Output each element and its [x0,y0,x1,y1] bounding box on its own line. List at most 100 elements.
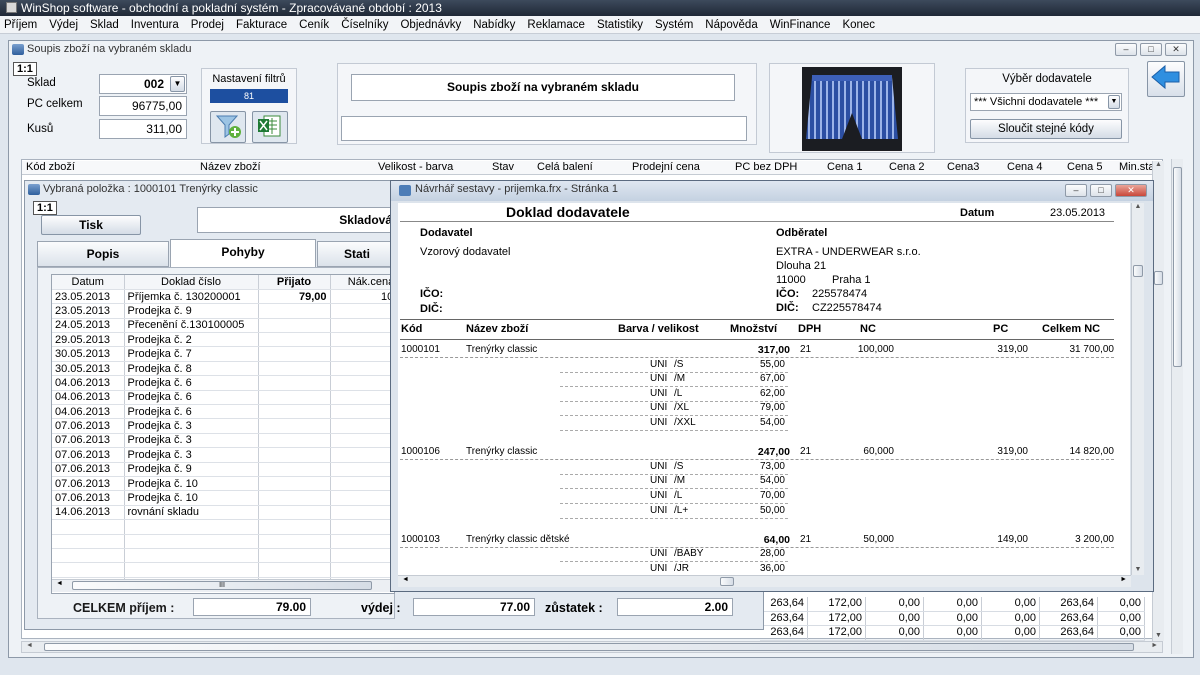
column-header[interactable]: Prodejní cena [632,161,700,173]
table-cell: 263,64 [760,611,808,625]
menu-item[interactable]: Ceník [299,19,329,31]
table-row[interactable]: 07.06.2013 Prodejka č. 3 [52,433,394,449]
app-title: WinShop software - obchodní a pokladní s… [21,1,442,15]
menu-item[interactable]: Inventura [131,19,179,31]
minimize-button[interactable]: – [1065,184,1087,197]
column-header[interactable]: Nák.cena [330,275,394,290]
excel-export-icon[interactable] [252,111,288,143]
column-header[interactable]: Název zboží [200,161,261,173]
table-row[interactable]: 263,64 172,00 0,00 0,00 0,00 263,64 0,00 [760,611,1145,626]
menu-item[interactable]: Nabídky [473,19,515,31]
table-row[interactable] [52,562,394,578]
size-quantity: 54,00 [759,417,785,428]
menu-item[interactable]: Fakturace [236,19,287,31]
table-cell [258,433,331,449]
column-header[interactable]: Cena 5 [1067,161,1102,173]
column-header[interactable]: Celá balení [537,161,593,173]
menu-item[interactable]: Objednávky [400,19,461,31]
table-cell [330,433,394,449]
table-row[interactable] [52,548,394,564]
maximize-button[interactable]: □ [1140,43,1162,56]
table-row[interactable]: 14.06.2013 rovnání skladu [52,505,394,521]
menu-item[interactable]: Nápověda [705,19,757,31]
menu-item[interactable]: Reklamace [527,19,585,31]
out-label: výdej : [361,601,401,615]
menu-item[interactable]: Sklad [90,19,119,31]
table-row[interactable]: 263,64 172,00 0,00 0,00 0,00 263,64 0,00 [760,626,1145,641]
table-cell: Prodejka č. 3 [124,447,259,463]
menu-item[interactable]: Konec [842,19,875,31]
column-header[interactable]: Velikost - barva [378,161,453,173]
table-row[interactable]: 07.06.2013 Prodejka č. 3 [52,418,394,434]
column-header[interactable]: PC bez DPH [735,161,797,173]
table-row[interactable]: 07.06.2013 Prodejka č. 9 [52,462,394,477]
back-arrow-icon[interactable] [1147,61,1185,97]
merge-codes-button[interactable]: Sloučit stejné kódy [970,119,1122,139]
menu-item[interactable]: Statistiky [597,19,643,31]
table-row[interactable]: 04.06.2013 Prodejka č. 6 [52,404,394,420]
table-row[interactable]: 29.05.2013 Prodejka č. 2 [52,332,394,348]
tab-popis[interactable]: Popis [37,241,169,267]
report-designer-window: Návrhář sestavy - prijemka.frx - Stránka… [390,180,1154,592]
table-row[interactable]: 23.05.2013 Prodejka č. 9 [52,303,394,319]
table-row[interactable]: 04.06.2013 Prodejka č. 6 [52,390,394,406]
menu-item[interactable]: Číselníky [341,19,388,31]
table-cell: 263,64 [1040,626,1098,640]
column-header[interactable]: Kód zboží [26,161,75,173]
main-horizontal-scrollbar[interactable]: ◄ ► [21,641,1163,653]
close-button[interactable]: ✕ [1165,43,1187,56]
movements-hscrollbar[interactable]: ◄ III [52,579,394,592]
stock-grid-header: Kód zboží Název zboží Velikost - barva Stav… [22,161,1162,175]
maximize-button[interactable]: □ [1090,184,1112,197]
table-row[interactable]: 04.06.2013 Prodejka č. 6 [52,375,394,391]
table-row[interactable]: 24.05.2013 Přecenění č.130100005 [52,318,394,334]
table-row[interactable]: 23.05.2013Příjemka č. 13020000179,00100,… [52,289,394,305]
column-header[interactable]: Přijato [258,275,331,290]
menu-item[interactable]: WinFinance [770,19,831,31]
table-header: Datum Doklad číslo Přijato Nák.cena [52,275,394,290]
close-button[interactable]: ✕ [1115,184,1147,197]
search-input[interactable] [341,116,747,141]
table-cell [330,318,394,334]
table-cell [258,447,331,463]
column-header[interactable]: Cena3 [947,161,979,173]
table-cell: 07.06.2013 [52,418,125,434]
table-row[interactable] [52,534,394,549]
column-header[interactable]: Cena 4 [1007,161,1042,173]
menu-item[interactable]: Výdej [49,19,78,31]
table-row[interactable] [52,519,394,535]
table-row[interactable]: 07.06.2013 Prodejka č. 10 [52,490,394,506]
chevron-down-icon[interactable]: ▼ [170,76,185,92]
minimize-button[interactable]: – [1115,43,1137,56]
table-row[interactable]: 263,64 172,00 0,00 0,00 0,00 263,64 0,00 [760,597,1145,612]
table-cell [258,346,331,362]
table-row[interactable]: 30.05.2013 Prodejka č. 8 [52,361,394,377]
table-cell [330,332,394,348]
chevron-down-icon[interactable]: ▼ [1108,95,1120,109]
tab-stati[interactable]: Stati [317,241,397,267]
table-row[interactable]: 07.06.2013 Prodejka č. 10 [52,476,394,492]
table-row[interactable]: 07.06.2013 Prodejka č. 3 [52,447,394,463]
filter-funnel-icon[interactable] [210,111,246,143]
report-header: Kód Název zboží Barva / velikost Množství DP… [398,323,1112,337]
column-header[interactable]: Stav [492,161,514,173]
print-button[interactable]: Tisk [41,215,141,235]
tab-pohyby[interactable]: Pohyby [170,239,316,267]
menu-item[interactable]: Systém [655,19,693,31]
column-header[interactable]: Doklad číslo [124,275,259,290]
item-total: 14 820,00 [1069,446,1115,458]
report-horizontal-scrollbar[interactable]: ◄ ► [398,575,1131,587]
table-row[interactable]: 30.05.2013 Prodejka č. 7 [52,346,394,362]
table-cell [124,562,259,578]
column-header[interactable]: Cena 1 [827,161,862,173]
menu-item[interactable]: Příjem [4,19,37,31]
menu-item[interactable]: Prodej [191,19,224,31]
column-header[interactable]: Datum [52,275,125,290]
report-column-header: Barva / velikost [618,323,699,335]
report-vertical-scrollbar[interactable]: ▲ ▼ [1131,203,1144,575]
outer-vertical-scrollbar[interactable] [1171,159,1183,654]
table-cell [52,519,125,535]
column-header[interactable]: Cena 2 [889,161,924,173]
customer-label: Odběratel [776,227,828,239]
supplier-select[interactable]: *** Všichni dodavatele *** [970,93,1122,111]
